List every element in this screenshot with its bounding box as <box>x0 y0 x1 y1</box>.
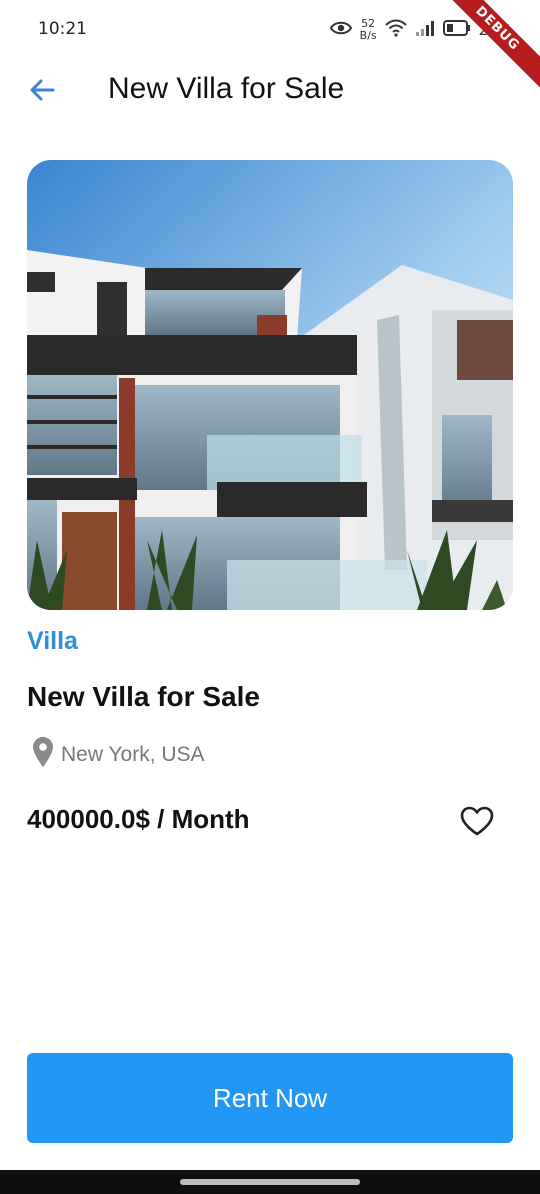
property-category: Villa <box>27 627 78 655</box>
property-price: 400000.0$ / Month <box>27 804 250 834</box>
page-title: New Villa for Sale <box>108 72 345 105</box>
app-bar: New Villa for Sale <box>0 60 540 122</box>
heart-outline-icon <box>460 806 494 840</box>
signal-icon <box>415 20 435 40</box>
status-time: 10:21 <box>38 19 87 39</box>
net-speed: 52 B/s <box>360 18 377 42</box>
location-pin-icon <box>33 737 53 773</box>
property-title: New Villa for Sale <box>27 681 260 712</box>
net-speed-unit: B/s <box>359 29 377 42</box>
home-indicator[interactable] <box>180 1179 360 1185</box>
favorite-button[interactable] <box>458 804 496 842</box>
rent-now-button[interactable]: Rent Now <box>27 1053 513 1143</box>
back-button[interactable] <box>22 72 62 112</box>
property-image <box>27 160 513 610</box>
location-text: New York, USA <box>61 743 205 766</box>
property-location: New York, USA <box>33 737 205 773</box>
eye-icon <box>329 20 352 40</box>
status-bar: 10:21 52 B/s <box>0 0 540 60</box>
arrow-back-icon <box>28 76 56 108</box>
wifi-icon <box>384 19 407 41</box>
system-nav-bar <box>0 1170 540 1194</box>
battery-icon <box>442 20 471 40</box>
